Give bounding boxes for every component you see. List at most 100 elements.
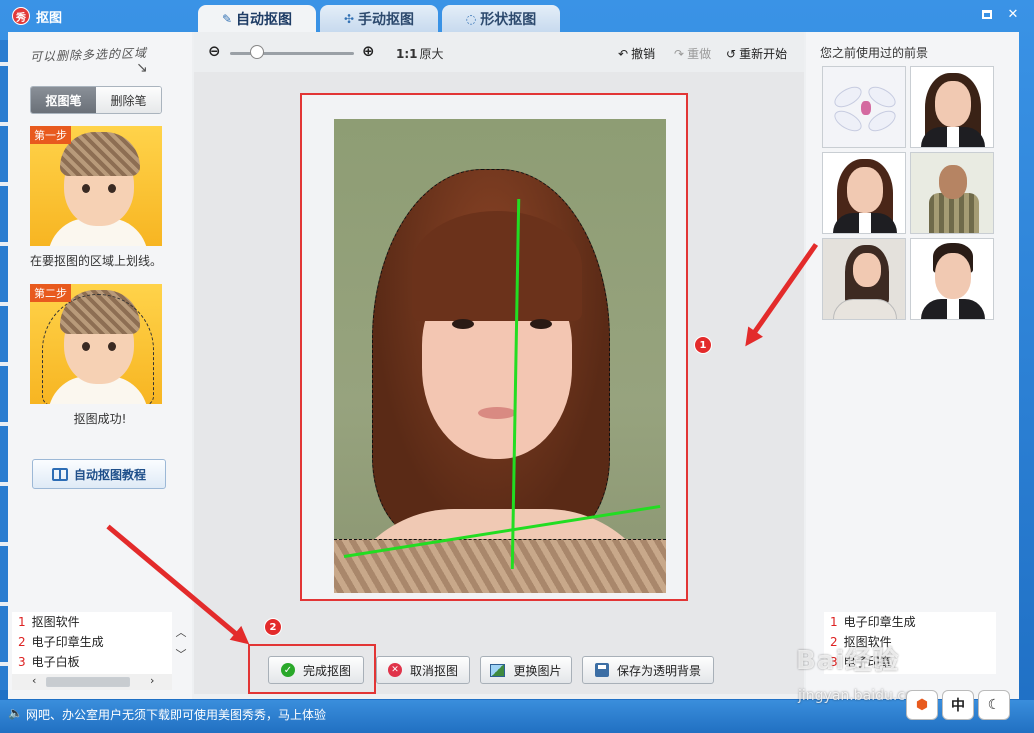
cancel-icon: ✕ bbox=[387, 663, 402, 677]
history-title: 您之前使用过的前景 bbox=[820, 46, 929, 60]
restart-button[interactable]: ↺ 重新开始 bbox=[726, 45, 787, 62]
manual-select-icon: ✣ bbox=[343, 12, 355, 26]
scroll-thumb[interactable] bbox=[46, 677, 130, 687]
foreground-thumb-man2[interactable] bbox=[910, 238, 994, 320]
replace-label: 更换图片 bbox=[513, 663, 562, 678]
item-number: 3 bbox=[18, 655, 26, 669]
lips bbox=[478, 407, 516, 419]
step2-illustration: 第二步 bbox=[30, 284, 162, 404]
cutout-brush-button[interactable]: 抠图笔 bbox=[31, 87, 96, 113]
zoom-ratio: 1:1 bbox=[396, 47, 418, 61]
title-bar: 秀 抠图 ✎ 自动抠图 ✣ 手动抠图 ◌ 形状抠图 ✕ bbox=[0, 0, 1034, 33]
foreground-thumb-woman1[interactable] bbox=[910, 66, 994, 148]
photo[interactable] bbox=[334, 119, 666, 593]
horizontal-scrollbar[interactable]: ‹ › bbox=[12, 674, 172, 690]
item-number: 1 bbox=[18, 615, 26, 629]
tutorial-label: 自动抠图教程 bbox=[73, 467, 146, 482]
speaker-icon: 🔈 bbox=[8, 706, 23, 720]
replace-image-button[interactable]: 更换图片 bbox=[480, 656, 572, 684]
thumb-shirt bbox=[833, 299, 897, 319]
save-icon bbox=[594, 663, 609, 677]
list-item[interactable]: 3 电子白板 bbox=[12, 652, 172, 672]
app-shortcut-icon[interactable]: ⬢ bbox=[906, 690, 938, 720]
zoom-toolbar: ⊖ ⊕ 1:1 原大 ↶ 撤销 ↷ 重做 ↺ 重新开始 bbox=[194, 32, 804, 72]
petal bbox=[831, 82, 865, 112]
canvas-panel: ⊖ ⊕ 1:1 原大 ↶ 撤销 ↷ 重做 ↺ 重新开始 ✓ 完成抠图 ✕ 取消抠… bbox=[194, 32, 804, 694]
annotation-badge-2: 2 bbox=[264, 618, 282, 636]
foreground-thumb-man1[interactable] bbox=[910, 152, 994, 234]
zoom-out-icon[interactable]: ⊖ bbox=[208, 42, 221, 60]
eye bbox=[530, 319, 552, 329]
tab-label: 自动抠图 bbox=[236, 12, 293, 28]
image-canvas[interactable] bbox=[300, 93, 688, 601]
main-content: 可以删除多选的区域 ↘ 抠图笔 删除笔 第一步 在要抠图的区域上划线。 第二步 bbox=[8, 32, 1019, 699]
scroll-left-icon[interactable]: ‹ bbox=[32, 674, 36, 687]
thumb-shirt bbox=[929, 193, 979, 233]
left-ad-list: 1 抠图软件 2 电子印章生成 3 电子白板 bbox=[12, 612, 172, 674]
scroll-down-icon[interactable]: ﹀ bbox=[174, 646, 188, 662]
tutorial-button[interactable]: 自动抠图教程 bbox=[32, 459, 166, 489]
step2-tag: 第二步 bbox=[30, 284, 71, 302]
close-button[interactable]: ✕ bbox=[1004, 6, 1022, 22]
baby-eye bbox=[108, 184, 116, 193]
foreground-thumb-woman3[interactable] bbox=[822, 238, 906, 320]
item-label: 电子白板 bbox=[31, 655, 80, 669]
sweater bbox=[334, 539, 666, 593]
redo-label: 重做 bbox=[687, 47, 712, 61]
brush-switch: 抠图笔 删除笔 bbox=[30, 86, 162, 114]
thumb-face bbox=[847, 167, 883, 213]
thumb-face bbox=[935, 253, 971, 299]
redo-button[interactable]: ↷ 重做 bbox=[674, 45, 711, 62]
undo-button[interactable]: ↶ 撤销 bbox=[618, 45, 655, 62]
zoom-in-icon[interactable]: ⊕ bbox=[362, 42, 375, 60]
annotation-badge-1: 1 bbox=[694, 336, 712, 354]
list-item[interactable]: 2 电子印章生成 bbox=[12, 632, 172, 652]
ime-language-button[interactable]: 中 bbox=[942, 690, 974, 720]
tab-label: 手动抠图 bbox=[358, 12, 415, 28]
tab-manual-cutout[interactable]: ✣ 手动抠图 bbox=[320, 5, 438, 33]
thumb-collar bbox=[947, 299, 959, 319]
brush-icon: ✎ bbox=[221, 12, 233, 26]
zoom-slider-handle[interactable] bbox=[250, 45, 264, 59]
moon-icon[interactable]: ☾ bbox=[978, 690, 1010, 720]
desktop-edge bbox=[0, 40, 8, 690]
erase-brush-button[interactable]: 删除笔 bbox=[96, 87, 161, 113]
close-icon: ✕ bbox=[1007, 6, 1019, 22]
scroll-up-icon[interactable]: ︿ bbox=[174, 624, 188, 640]
status-text[interactable]: 网吧、办公室用户无须下载即可使用美图秀秀，马上体验 bbox=[26, 706, 326, 723]
thumb-face bbox=[935, 81, 971, 127]
tab-shape-cutout[interactable]: ◌ 形状抠图 bbox=[442, 5, 560, 33]
tab-auto-cutout[interactable]: ✎ 自动抠图 bbox=[198, 5, 316, 33]
list-item[interactable]: 1 电子印章生成 bbox=[824, 612, 996, 632]
redo-icon: ↷ bbox=[674, 46, 685, 61]
tab-label: 形状抠图 bbox=[480, 12, 537, 28]
scroll-right-icon[interactable]: › bbox=[150, 674, 154, 687]
step1-tag: 第一步 bbox=[30, 126, 71, 144]
item-label: 电子印章生成 bbox=[31, 635, 104, 649]
foreground-thumb-woman2[interactable] bbox=[822, 152, 906, 234]
cancel-cutout-button[interactable]: ✕ 取消抠图 bbox=[376, 656, 470, 684]
eraser-hint: 可以删除多选的区域 bbox=[29, 45, 148, 65]
restart-icon: ↺ bbox=[726, 46, 737, 61]
watermark-logo: Bai经验 bbox=[796, 646, 900, 676]
right-panel: 您之前使用过的前景 1 电子印章生成 2 抠图软件 3 电子印章 bbox=[806, 32, 1019, 699]
save-label: 保存为透明背景 bbox=[616, 663, 701, 678]
highlight-finish-button bbox=[248, 644, 376, 694]
selection-outline bbox=[42, 294, 154, 404]
foreground-thumb-flower[interactable] bbox=[822, 66, 906, 148]
undo-label: 撤销 bbox=[631, 47, 656, 61]
cancel-label: 取消抠图 bbox=[409, 663, 458, 678]
maximize-button[interactable] bbox=[978, 6, 996, 22]
actual-size-button[interactable]: 1:1 原大 bbox=[396, 45, 444, 62]
zoom-slider[interactable] bbox=[230, 52, 354, 55]
step1-caption: 在要抠图的区域上划线。 bbox=[30, 254, 163, 268]
left-panel: 可以删除多选的区域 ↘ 抠图笔 删除笔 第一步 在要抠图的区域上划线。 第二步 bbox=[8, 32, 192, 699]
item-label: 抠图软件 bbox=[31, 615, 80, 629]
thumb-face bbox=[939, 165, 967, 199]
save-transparent-button[interactable]: 保存为透明背景 bbox=[582, 656, 714, 684]
image-icon bbox=[490, 663, 506, 677]
item-label: 电子印章生成 bbox=[843, 615, 916, 629]
undo-icon: ↶ bbox=[618, 46, 629, 61]
list-item[interactable]: 1 抠图软件 bbox=[12, 612, 172, 632]
shape-icon: ◌ bbox=[465, 12, 477, 26]
